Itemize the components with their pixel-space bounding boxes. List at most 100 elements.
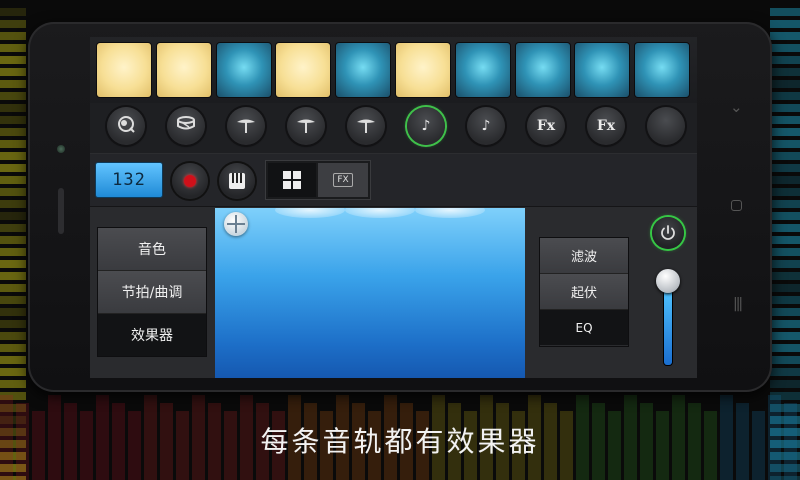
bpm-display[interactable]: 132 [96,163,162,197]
eq-bar [0,152,26,160]
power-icon [661,225,675,240]
eq-bar [0,128,26,136]
eq-bar [770,284,800,292]
xy-cursor-handle[interactable] [224,212,248,236]
eq-bar [770,128,800,136]
eq-bar [770,308,800,316]
eq-bar [0,56,26,64]
volume-slider-fill [664,290,672,365]
beat-pad-10[interactable] [635,43,690,97]
eq-bar [0,344,26,352]
piano-icon [229,173,245,189]
eq-bar [0,32,26,40]
control-row: 132 FX [90,154,697,207]
cymbal-icon [295,113,317,139]
beat-pad-9[interactable] [575,43,630,97]
music-note-icon: ♪ [421,118,431,134]
fx-view-label: FX [333,173,353,187]
eq-bar [770,272,800,280]
eq-bar [0,164,26,172]
eq-bar [770,368,800,376]
nav-back-icon[interactable]: ⌄ [730,98,743,116]
grid-icon [283,171,301,189]
effects-panel: 音色 节拍/曲调 效果器 滤波 起伏 EQ [90,207,697,378]
volume-slider-knob[interactable] [656,269,680,293]
view-toggle: FX [266,161,370,199]
record-button[interactable] [172,163,208,199]
app-screen: ♪ ♪ Fx Fx 132 FX 音色 节拍/曲调 效果器 滤波 起伏 EQ [90,37,697,378]
menu-beat-tune[interactable]: 节拍/曲调 [98,271,206,314]
instrument-button-3[interactable] [227,107,265,145]
xy-effect-pad[interactable] [215,208,525,378]
power-button[interactable] [652,217,684,249]
eq-bar [0,104,26,112]
promo-caption: 每条音轨都有效果器 [260,425,540,458]
pad-glow [345,208,415,218]
snare-icon [175,113,197,139]
menu-filter[interactable]: 滤波 [540,238,628,274]
beat-pad-4[interactable] [276,43,331,97]
beat-pad-8[interactable] [515,43,570,97]
eq-bar [0,272,26,280]
eq-bar [0,308,26,316]
instrument-button-7[interactable]: ♪ [467,107,505,145]
instrument-button-2[interactable] [167,107,205,145]
beat-pad-3[interactable] [216,43,271,97]
eq-bar [0,116,26,124]
instrument-button-6[interactable]: ♪ [407,107,445,145]
pad-glow [275,208,345,218]
beat-pad-7[interactable] [455,43,510,97]
instrument-button-1[interactable] [107,107,145,145]
instrument-button-10[interactable] [647,107,685,145]
menu-tone[interactable]: 音色 [98,228,206,271]
eq-bar [770,212,800,220]
pad-glow [415,208,485,218]
eq-bar [770,44,800,52]
eq-bar [0,176,26,184]
beat-pad-2[interactable] [156,43,211,97]
cymbal-icon [355,113,377,139]
instrument-button-5[interactable] [347,107,385,145]
eq-bar [0,8,26,16]
eq-bar [0,260,26,268]
eq-bar [770,296,800,304]
eq-bar [0,332,26,340]
eq-bar [0,224,26,232]
grid-view-button[interactable] [268,163,316,197]
piano-button[interactable] [219,163,255,199]
record-icon [184,175,196,187]
eq-bar [0,284,26,292]
menu-swell[interactable]: 起伏 [540,274,628,310]
beat-pad-6[interactable] [396,43,450,97]
fx-view-button[interactable]: FX [318,163,368,197]
eq-bar [770,140,800,148]
eq-bar [770,92,800,100]
instrument-button-9[interactable]: Fx [587,107,625,145]
fx-icon: Fx [536,118,556,134]
nav-menu-icon[interactable]: ||| [733,296,743,312]
eq-bar [770,344,800,352]
eq-bar [0,368,26,376]
eq-bar [770,8,800,16]
beat-pad-5[interactable] [336,43,391,97]
eq-bar [770,380,800,388]
instrument-button-8[interactable]: Fx [527,107,565,145]
eq-bar [0,296,26,304]
eq-bar [770,56,800,64]
eq-bar [0,44,26,52]
eq-bar [0,236,26,244]
eq-bar [770,188,800,196]
instrument-row: ♪ ♪ Fx Fx [90,103,697,154]
menu-eq[interactable]: EQ [540,310,628,345]
nav-home-icon[interactable] [731,200,742,211]
eq-bar [0,68,26,76]
right-menu: 滤波 起伏 EQ [540,238,628,346]
eq-bar [770,236,800,244]
eq-bar [770,356,800,364]
instrument-button-4[interactable] [287,107,325,145]
eq-bar [770,332,800,340]
eq-bar [770,104,800,112]
menu-effects[interactable]: 效果器 [98,314,206,356]
beat-pad-1[interactable] [97,43,151,97]
eq-bar [770,32,800,40]
